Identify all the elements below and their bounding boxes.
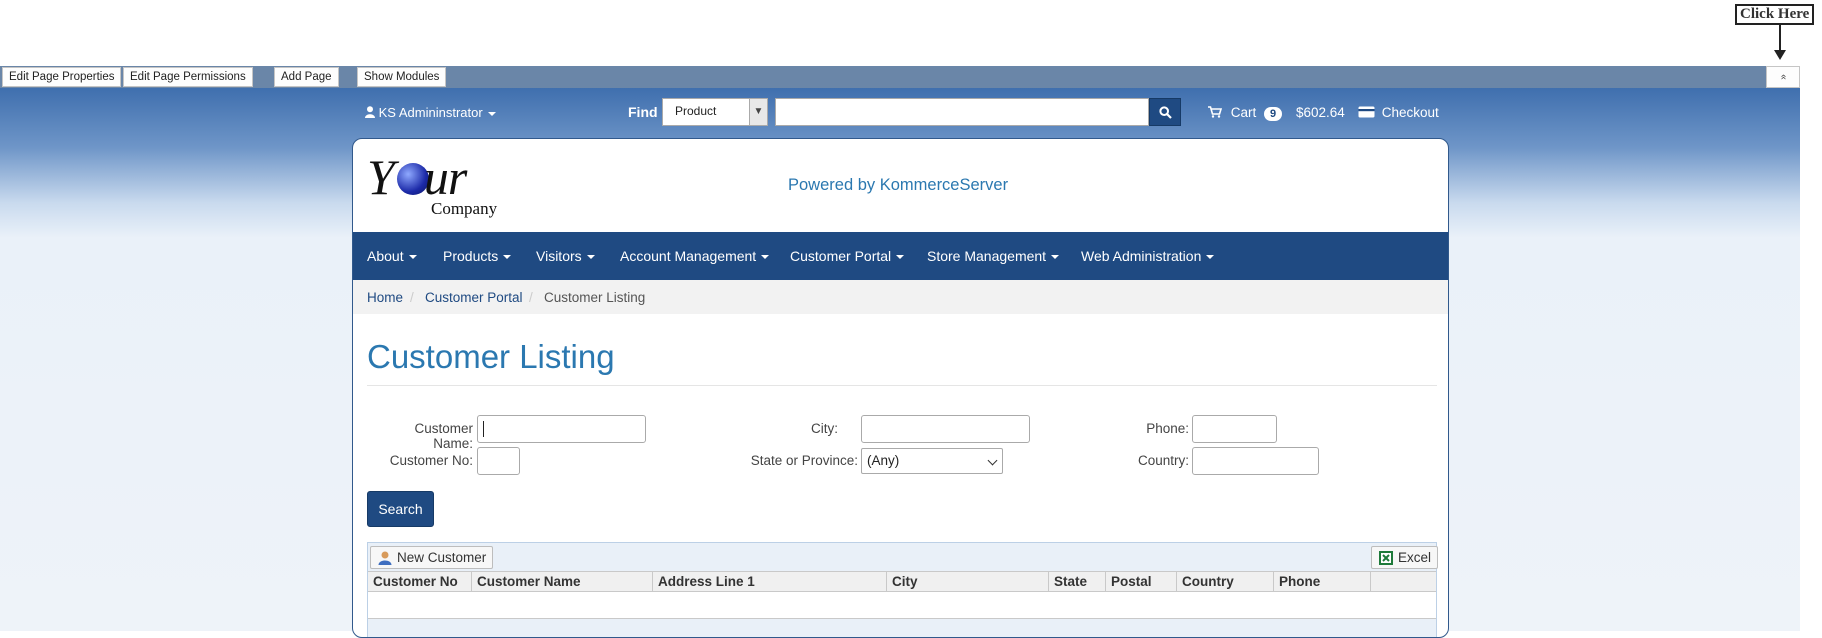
caret-down-icon — [896, 255, 905, 260]
admin-control-bar — [0, 66, 1800, 88]
cart-count-badge: 9 — [1264, 107, 1283, 121]
nav-item-visitors[interactable]: Visitors — [536, 248, 595, 264]
state-province-select[interactable]: (Any) — [861, 448, 1003, 474]
excel-export-button[interactable]: Excel — [1371, 546, 1439, 569]
chevron-down-icon — [987, 455, 998, 466]
customer-grid: New Customer Excel Customer No Customer … — [367, 542, 1439, 637]
show-modules-button[interactable]: Show Modules — [357, 67, 447, 87]
new-customer-button[interactable]: New Customer — [370, 546, 494, 569]
city-input[interactable] — [861, 415, 1030, 443]
customer-no-input[interactable] — [477, 447, 520, 475]
breadcrumb-customer-portal[interactable]: Customer Portal — [425, 290, 523, 305]
cart-label: Cart — [1230, 105, 1257, 120]
breadcrumb: Home / Customer Portal / Customer Listin… — [353, 280, 1448, 314]
caret-down-icon — [503, 255, 512, 260]
column-header-actions — [1371, 572, 1436, 591]
caret-down-icon — [586, 255, 595, 260]
caret-down-icon — [761, 255, 770, 260]
powered-by-text: Powered by KommerceServer — [788, 176, 1009, 194]
credit-card-icon — [1358, 106, 1375, 118]
company-logo[interactable]: Yur Company — [367, 151, 507, 219]
collapse-admin-bar-button[interactable]: « — [1766, 66, 1800, 88]
chevron-down-icon: ▼ — [749, 99, 767, 125]
caret-down-icon — [1206, 255, 1215, 260]
country-label: Country: — [1137, 453, 1189, 468]
phone-label: Phone: — [1146, 421, 1189, 436]
chevron-double-up-icon: « — [1778, 74, 1789, 80]
main-panel: Yur Company Powered by KommerceServer Ab… — [352, 138, 1449, 638]
user-menu[interactable]: KS Admininstrator — [365, 105, 496, 120]
column-header-customer-no[interactable]: Customer No — [368, 572, 472, 591]
nav-item-web-administration[interactable]: Web Administration — [1081, 248, 1215, 264]
nav-item-store-management[interactable]: Store Management — [927, 248, 1060, 264]
column-header-country[interactable]: Country — [1177, 572, 1274, 591]
grid-empty-row — [368, 592, 1436, 619]
grid-header-row: Customer No Customer Name Address Line 1… — [368, 571, 1436, 592]
breadcrumb-home[interactable]: Home — [367, 290, 403, 305]
nav-item-customer-portal[interactable]: Customer Portal — [790, 248, 905, 264]
excel-icon — [1379, 551, 1393, 565]
edit-page-permissions-button[interactable]: Edit Page Permissions — [123, 67, 253, 87]
cart-total: $602.64 — [1296, 105, 1345, 120]
checkout-link[interactable]: Checkout — [1358, 105, 1439, 120]
column-header-address-line-1[interactable]: Address Line 1 — [653, 572, 887, 591]
cart-icon — [1208, 106, 1223, 118]
nav-item-about[interactable]: About — [367, 248, 417, 264]
edit-page-properties-button[interactable]: Edit Page Properties — [2, 67, 122, 87]
find-search-input[interactable] — [775, 98, 1149, 126]
column-header-city[interactable]: City — [887, 572, 1049, 591]
callout-arrow-head-icon — [1774, 50, 1786, 60]
column-header-postal[interactable]: Postal — [1106, 572, 1177, 591]
cart-link[interactable]: Cart 9 — [1208, 105, 1283, 121]
find-scope-value: Product — [675, 104, 717, 118]
search-icon — [1159, 106, 1172, 119]
add-user-icon — [378, 551, 392, 565]
title-divider — [367, 385, 1437, 386]
logo-text: Yur — [367, 149, 467, 205]
find-label: Find — [628, 104, 658, 120]
caret-down-icon — [1051, 255, 1060, 260]
add-page-button[interactable]: Add Page — [274, 67, 339, 87]
customer-name-label: Customer Name: — [414, 421, 473, 451]
page-title: Customer Listing — [367, 338, 615, 375]
nav-item-account-management[interactable]: Account Management — [620, 248, 770, 264]
customer-no-label: Customer No: — [389, 453, 473, 468]
search-button[interactable]: Search — [367, 491, 434, 527]
find-search-button[interactable] — [1149, 98, 1181, 126]
checkout-label: Checkout — [1381, 105, 1439, 120]
country-input[interactable] — [1192, 447, 1319, 475]
customer-name-input[interactable] — [477, 415, 646, 443]
breadcrumb-separator: / — [529, 290, 533, 305]
click-here-callout: Click Here — [1735, 4, 1815, 25]
nav-item-products[interactable]: Products — [443, 248, 512, 264]
state-province-label: State or Province: — [750, 453, 858, 468]
text-cursor — [483, 421, 484, 437]
caret-down-icon — [487, 111, 496, 116]
user-name: KS Admininstrator — [378, 105, 483, 120]
logo-company-text: Company — [431, 199, 498, 218]
caret-down-icon — [408, 255, 417, 260]
state-province-value: (Any) — [867, 453, 900, 468]
main-navbar: About Products Visitors Account Manageme… — [353, 232, 1448, 280]
city-label: City: — [811, 421, 838, 436]
breadcrumb-separator: / — [410, 290, 414, 305]
user-icon — [365, 106, 375, 118]
column-header-customer-name[interactable]: Customer Name — [472, 572, 653, 591]
phone-input[interactable] — [1192, 415, 1277, 443]
breadcrumb-current: Customer Listing — [544, 290, 646, 305]
column-header-state[interactable]: State — [1049, 572, 1106, 591]
column-header-phone[interactable]: Phone — [1274, 572, 1371, 591]
find-scope-select[interactable]: Product ▼ — [662, 98, 768, 126]
